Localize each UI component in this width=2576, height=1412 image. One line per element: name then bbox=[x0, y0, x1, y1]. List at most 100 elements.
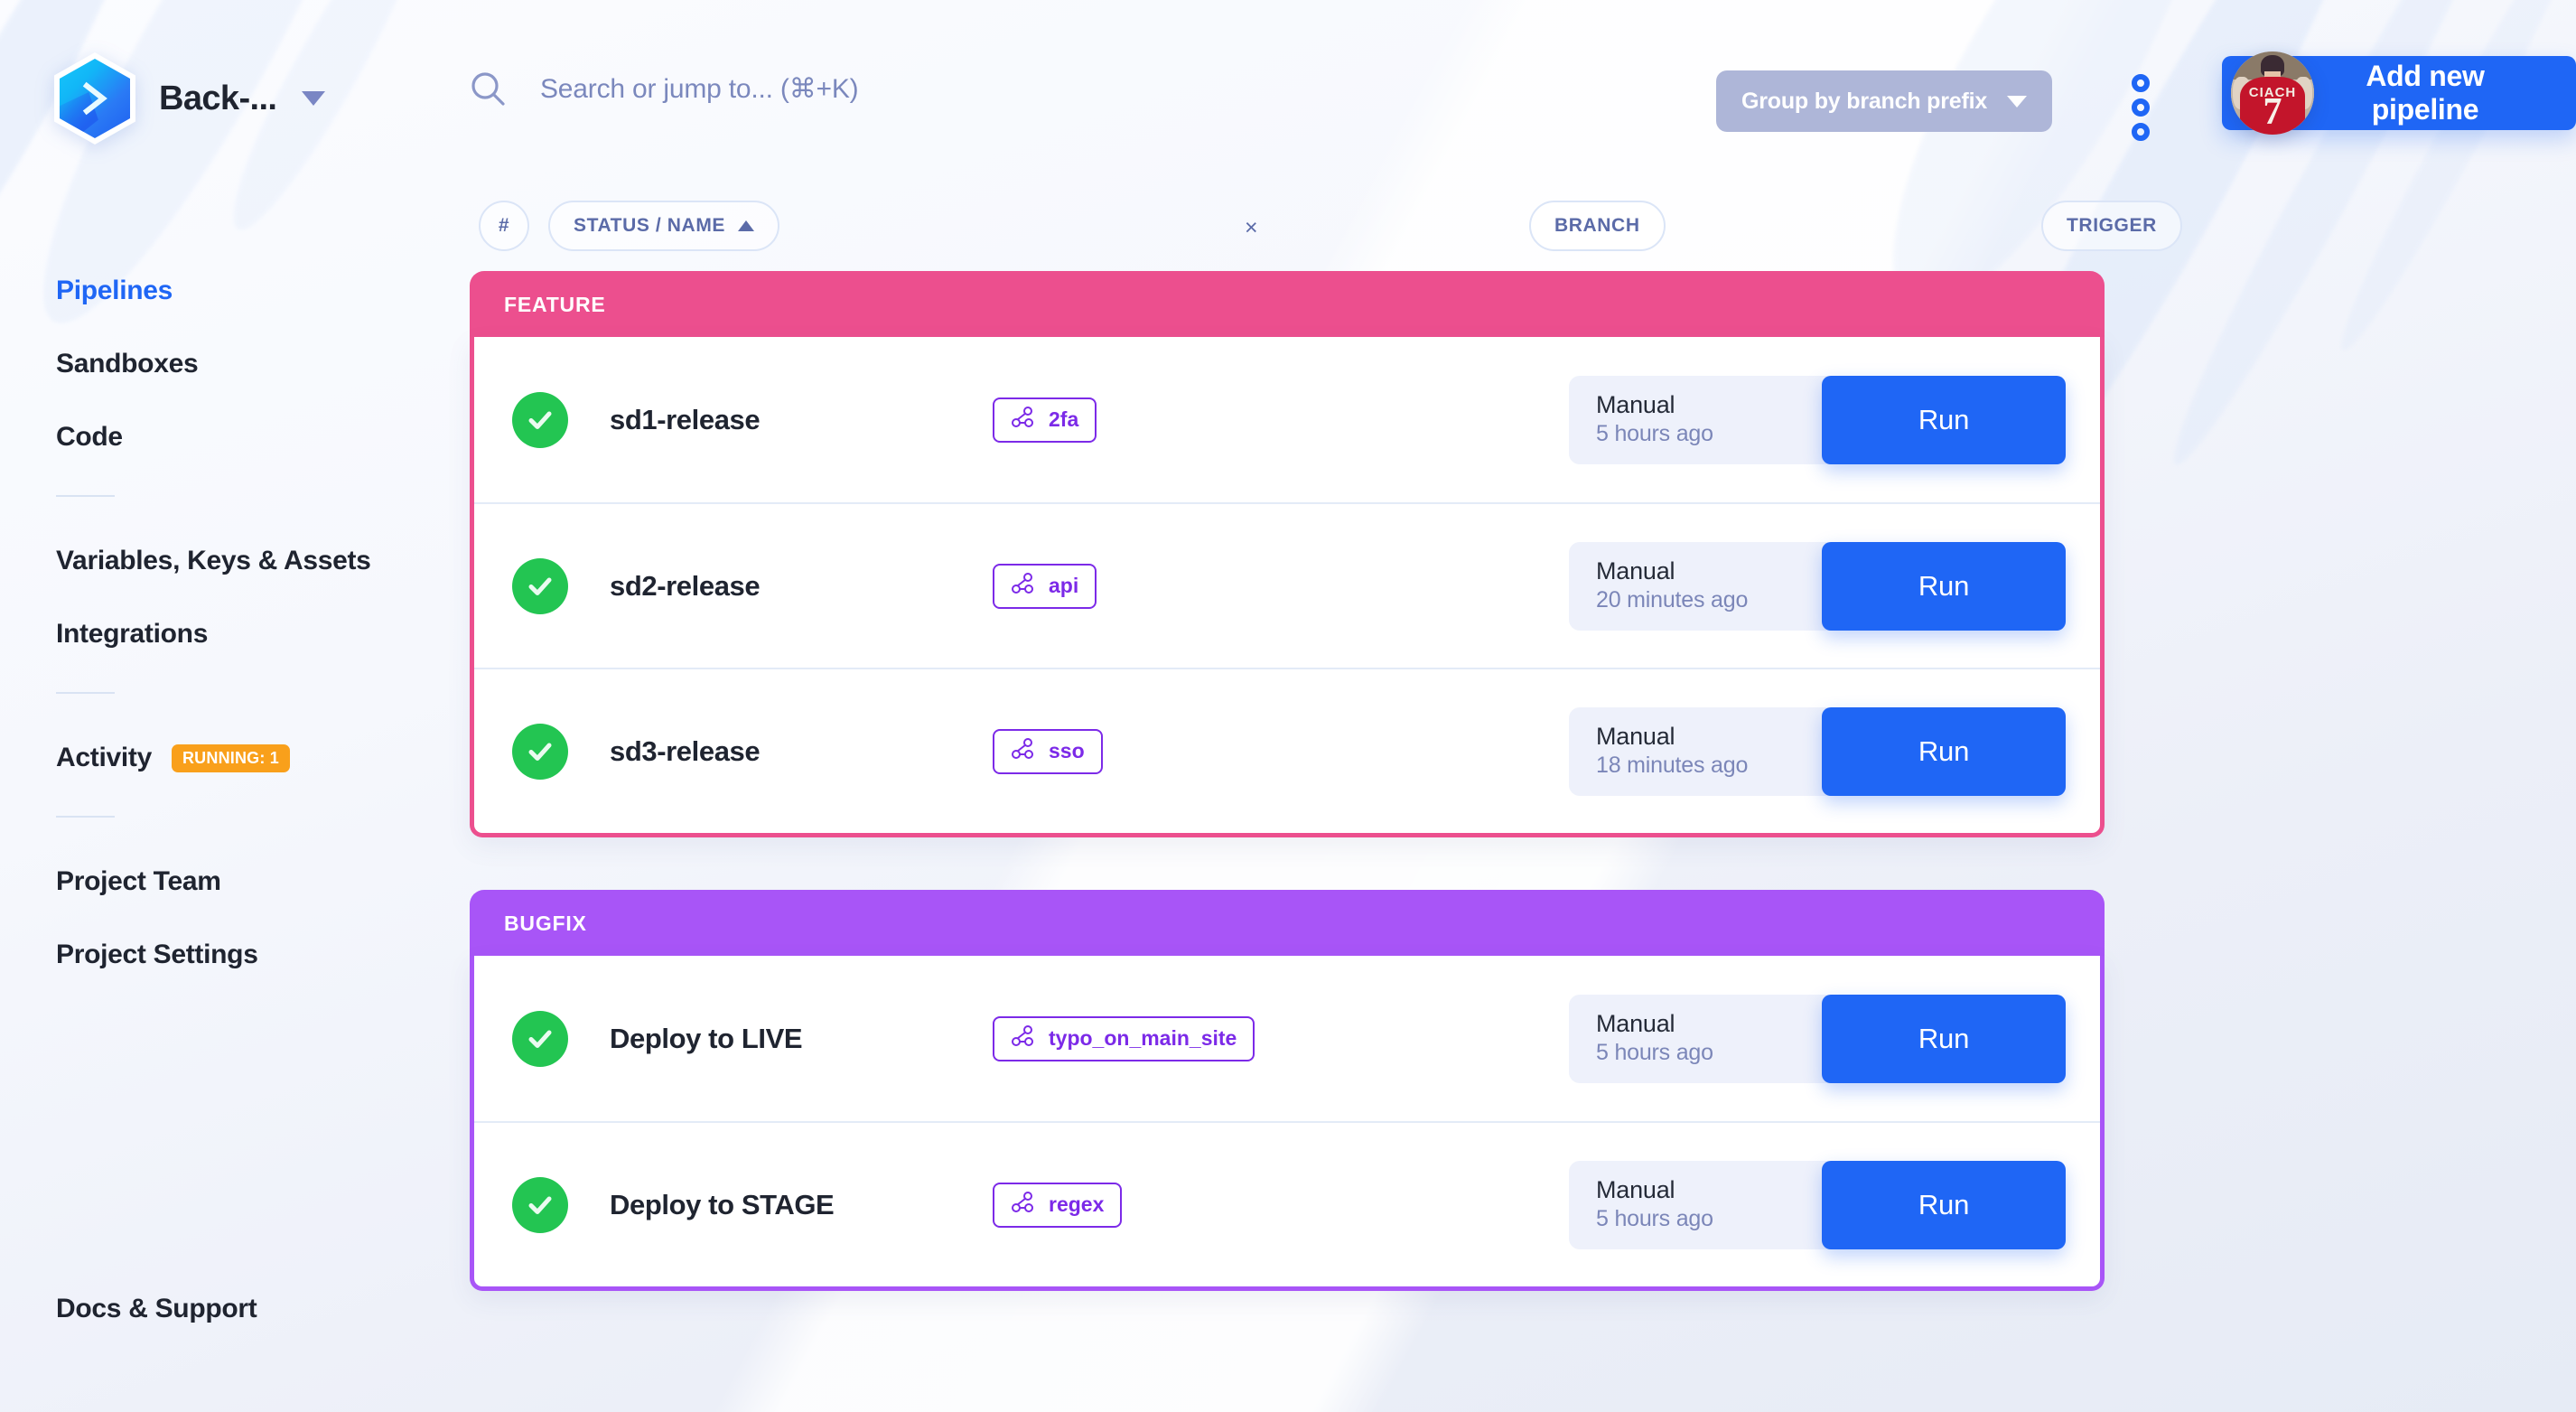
check-circle-icon bbox=[512, 723, 568, 780]
filter-pill-branch[interactable]: BRANCH bbox=[1529, 201, 1666, 251]
pipeline-groups: FEATURE sd1-release 2fa Manual 5 hours ago Ru… bbox=[470, 271, 2105, 1343]
group-by-dropdown[interactable]: Group by branch prefix bbox=[1716, 70, 2053, 132]
trigger-panel: Manual 5 hours ago Run bbox=[1569, 375, 2066, 464]
sidebar-item-code[interactable]: Code bbox=[56, 422, 435, 453]
pipeline-group-label: BUGFIX bbox=[504, 912, 587, 935]
branch-badge[interactable]: sso bbox=[993, 728, 1103, 774]
table-row[interactable]: sd1-release 2fa Manual 5 hours ago Run bbox=[474, 337, 2100, 502]
sidebar-divider bbox=[56, 816, 115, 818]
trigger-type: Manual bbox=[1596, 722, 1675, 750]
pipeline-name: Deploy to LIVE bbox=[610, 1022, 803, 1054]
git-branch-icon bbox=[1011, 406, 1034, 435]
sidebar-item-label: Sandboxes bbox=[56, 349, 199, 379]
top-header: Group by branch prefix Add new pipeline … bbox=[470, 0, 2576, 181]
sidebar-item-label: Code bbox=[56, 422, 123, 452]
sidebar-item-label: Project Settings bbox=[56, 940, 258, 969]
filter-pill-hash[interactable]: # bbox=[479, 201, 529, 251]
search-icon bbox=[470, 70, 508, 108]
pipeline-group-header: BUGFIX bbox=[470, 890, 2105, 956]
caret-down-icon[interactable] bbox=[302, 91, 326, 106]
trigger-panel: Manual 20 minutes ago Run bbox=[1569, 541, 2066, 631]
sidebar-item-docs-support[interactable]: Docs & Support bbox=[56, 1294, 257, 1324]
status-badge-running: RUNNING: 1 bbox=[171, 743, 290, 772]
table-row[interactable]: Deploy to LIVE typo_on_main_site Manual 5 h… bbox=[474, 956, 2100, 1121]
trigger-type: Manual bbox=[1596, 556, 1675, 584]
caret-down-icon bbox=[2007, 95, 2028, 108]
run-button[interactable]: Run bbox=[1822, 375, 2066, 464]
sidebar-item-sandboxes[interactable]: Sandboxes bbox=[56, 349, 435, 379]
search-input[interactable] bbox=[540, 74, 1172, 105]
sidebar-item-variables-keys-assets[interactable]: Variables, Keys & Assets bbox=[56, 546, 435, 576]
pipeline-group-header: FEATURE bbox=[470, 271, 2105, 337]
filter-branch-label: BRANCH bbox=[1554, 215, 1640, 236]
git-branch-icon bbox=[1011, 572, 1034, 601]
check-circle-icon bbox=[512, 391, 568, 448]
check-circle-icon bbox=[512, 1176, 568, 1233]
branch-badge[interactable]: typo_on_main_site bbox=[993, 1015, 1255, 1061]
branch-label: regex bbox=[1049, 1192, 1105, 1216]
trigger-timestamp: 20 minutes ago bbox=[1596, 586, 1749, 612]
trigger-type: Manual bbox=[1596, 390, 1675, 418]
branch-label: typo_on_main_site bbox=[1049, 1026, 1237, 1050]
sidebar-divider bbox=[56, 692, 115, 694]
pipeline-name: sd1-release bbox=[610, 403, 761, 435]
git-branch-icon bbox=[1011, 1024, 1034, 1053]
pipeline-name: sd2-release bbox=[610, 569, 761, 602]
pipeline-group-body: sd1-release 2fa Manual 5 hours ago Run sd2-re… bbox=[470, 337, 2105, 837]
sidebar-item-label: Variables, Keys & Assets bbox=[56, 546, 371, 575]
branch-badge[interactable]: api bbox=[993, 563, 1097, 609]
pipeline-group-label: FEATURE bbox=[504, 293, 606, 316]
check-circle-icon bbox=[512, 1010, 568, 1067]
avatar[interactable]: CIACH 7 bbox=[2231, 51, 2314, 135]
branch-badge[interactable]: regex bbox=[993, 1182, 1123, 1228]
trigger-panel: Manual 18 minutes ago Run bbox=[1569, 706, 2066, 796]
trigger-panel: Manual 5 hours ago Run bbox=[1569, 1160, 2066, 1249]
run-button[interactable]: Run bbox=[1822, 994, 2066, 1083]
sidebar-item-label: Project Team bbox=[56, 866, 221, 896]
project-switcher[interactable]: Back-... bbox=[54, 52, 326, 145]
sidebar-item-project-settings[interactable]: Project Settings bbox=[56, 940, 435, 970]
sidebar-item-project-team[interactable]: Project Team bbox=[56, 866, 435, 897]
filter-pill-status-name[interactable]: STATUS / NAME bbox=[548, 201, 780, 251]
sidebar-item-label: Integrations bbox=[56, 619, 209, 649]
avatar-photo: CIACH 7 bbox=[2231, 51, 2314, 135]
table-row[interactable]: Deploy to STAGE regex Manual 5 hours ago Run bbox=[474, 1121, 2100, 1286]
pipeline-group: BUGFIX Deploy to LIVE typo_on_main_site Man… bbox=[470, 890, 2105, 1291]
filter-trigger-label: TRIGGER bbox=[2067, 215, 2157, 236]
trigger-timestamp: 5 hours ago bbox=[1596, 1039, 1713, 1065]
branch-label: sso bbox=[1049, 739, 1085, 762]
sidebar-divider bbox=[56, 495, 115, 497]
filter-hash-label: # bbox=[498, 215, 510, 236]
sidebar-item-label: Docs & Support bbox=[56, 1294, 257, 1323]
sidebar-item-activity[interactable]: Activity RUNNING: 1 bbox=[56, 743, 435, 773]
git-branch-icon bbox=[1011, 1191, 1034, 1220]
pipeline-group-body: Deploy to LIVE typo_on_main_site Manual 5 h… bbox=[470, 956, 2105, 1291]
trigger-timestamp: 5 hours ago bbox=[1596, 1205, 1713, 1231]
branch-label: api bbox=[1049, 574, 1079, 597]
branch-label: 2fa bbox=[1049, 407, 1079, 431]
filter-pill-trigger[interactable]: TRIGGER bbox=[2041, 201, 2182, 251]
trigger-type: Manual bbox=[1596, 1175, 1675, 1203]
sidebar-item-label: Pipelines bbox=[56, 276, 173, 305]
trigger-timestamp: 18 minutes ago bbox=[1596, 752, 1749, 778]
add-new-pipeline-label: Add new pipeline bbox=[2366, 60, 2485, 126]
run-button[interactable]: Run bbox=[1822, 541, 2066, 631]
run-button[interactable]: Run bbox=[1822, 706, 2066, 796]
run-button[interactable]: Run bbox=[1822, 1160, 2066, 1249]
group-by-label: Group by branch prefix bbox=[1741, 88, 1988, 114]
close-icon[interactable]: × bbox=[1245, 215, 1258, 241]
buddy-hexagon-chevron-logo-icon bbox=[54, 52, 135, 145]
branch-badge[interactable]: 2fa bbox=[993, 397, 1097, 443]
sidebar: Back-... Pipelines Sandboxes Code Variab… bbox=[0, 0, 470, 1412]
avatar-jersey-number: 7 bbox=[2263, 91, 2282, 133]
table-row[interactable]: sd3-release sso Manual 18 minutes ago Run bbox=[474, 668, 2100, 833]
sidebar-item-pipelines[interactable]: Pipelines bbox=[56, 276, 435, 306]
sidebar-nav: Pipelines Sandboxes Code Variables, Keys… bbox=[56, 276, 435, 1013]
more-options-vertical-icon[interactable] bbox=[2132, 74, 2150, 141]
sidebar-item-integrations[interactable]: Integrations bbox=[56, 619, 435, 650]
table-row[interactable]: sd2-release api Manual 20 minutes ago Run bbox=[474, 502, 2100, 668]
search-bar[interactable] bbox=[470, 70, 1172, 108]
project-title: Back-... bbox=[159, 79, 277, 117]
pipeline-group: FEATURE sd1-release 2fa Manual 5 hours ago Ru… bbox=[470, 271, 2105, 837]
trigger-timestamp: 5 hours ago bbox=[1596, 420, 1713, 446]
